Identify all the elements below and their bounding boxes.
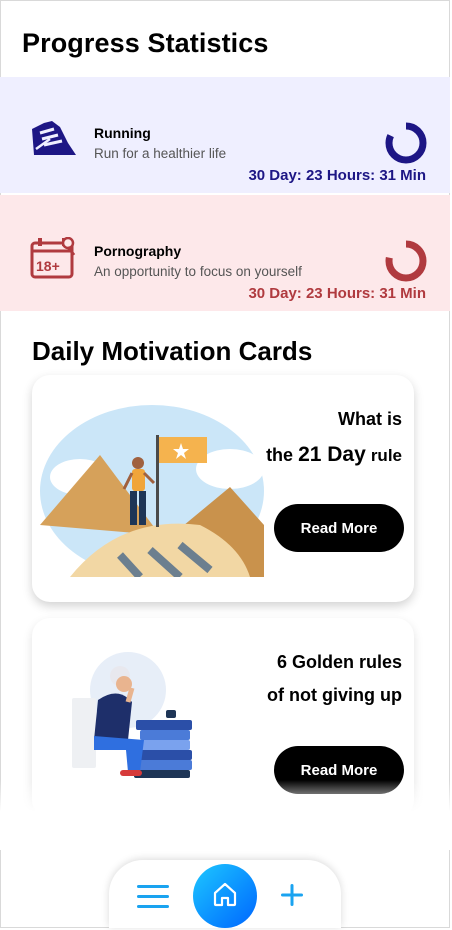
home-button[interactable] [193,864,257,928]
plus-icon[interactable] [279,882,305,908]
card-title-post: rule [370,446,402,465]
card-title-line2: the 21 Day rule [266,443,402,467]
stat-card-running[interactable]: Running Run for a healthier life 30 Day:… [0,77,450,193]
card-title-line1: What is [337,409,402,429]
hamburger-menu-icon[interactable] [137,884,169,910]
stat-title: Running [94,125,151,141]
card-title-highlight: 21 Day [298,443,366,466]
svg-text:18+: 18+ [36,258,60,274]
bottom-nav [109,860,341,928]
running-shoe-icon [30,119,78,159]
read-more-button[interactable]: Read More [274,504,404,552]
home-icon [211,880,239,913]
stat-subtitle: An opportunity to focus on yourself [94,264,302,279]
thinking-woman-books-illustration [68,650,198,785]
page-title: Progress Statistics [22,28,269,58]
stat-title: Pornography [94,243,182,259]
mountain-flag-illustration [40,405,264,582]
elapsed-time: 30 Day: 23 Hours: 31 Min [248,167,426,184]
card-title-line1: 6 Golden rules [276,652,402,672]
section-title: Daily Motivation Cards [32,336,313,366]
progress-ring [384,239,428,283]
adult-calendar-icon: 18+ [30,236,78,279]
card-title-line2: of not giving up [267,685,402,705]
stat-card-pornography[interactable]: 18+ Pornography An opportunity to focus … [0,195,450,311]
scroll-fade [0,780,450,850]
card-title-pre: the [266,445,294,465]
motivation-card[interactable]: What is the 21 Day rule Read More [32,375,414,602]
progress-ring [384,121,428,165]
elapsed-time: 30 Day: 23 Hours: 31 Min [248,285,426,302]
stat-subtitle: Run for a healthier life [94,146,227,161]
